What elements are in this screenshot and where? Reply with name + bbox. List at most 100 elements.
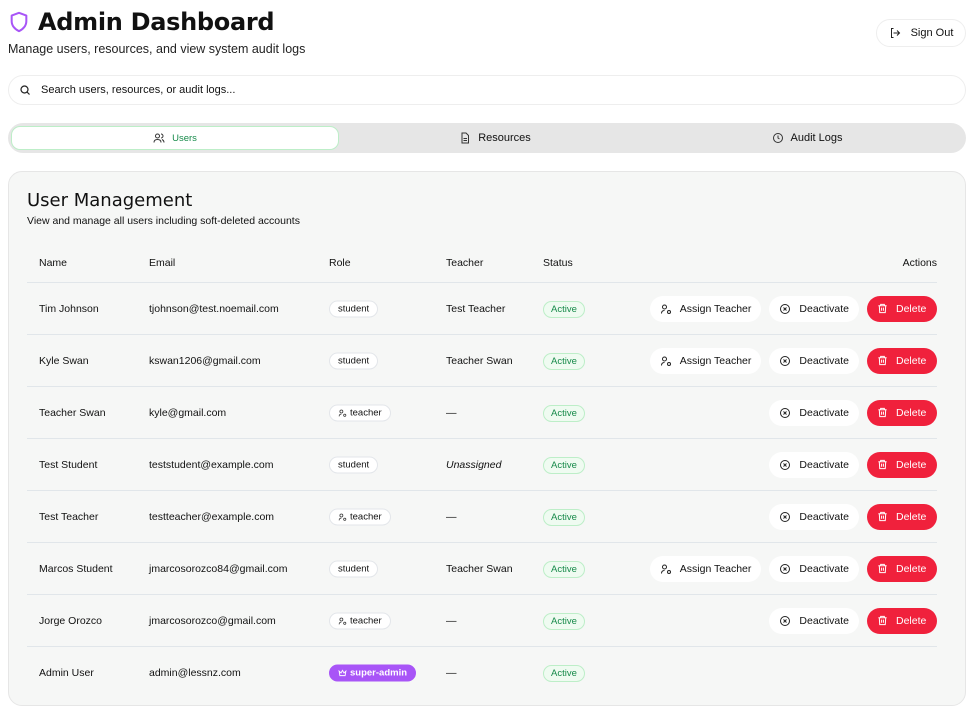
deactivate-button[interactable]: Deactivate (769, 504, 859, 530)
users-table: Name Email Role Teacher Status Actions T… (27, 243, 937, 699)
row-actions: Deactivate Delete (769, 608, 937, 634)
button-label: Delete (896, 511, 926, 523)
header: Admin Dashboard (8, 8, 274, 36)
role-badge: teacher (329, 612, 391, 629)
role-label: teacher (350, 615, 382, 626)
user-cog-icon (338, 616, 347, 625)
trash-icon (877, 355, 888, 366)
button-label: Deactivate (799, 615, 849, 627)
tab-users[interactable]: Users (11, 126, 339, 150)
user-teacher: — (446, 511, 457, 523)
role-cell: teacher (329, 404, 391, 421)
delete-button[interactable]: Delete (867, 348, 937, 374)
delete-button[interactable]: Delete (867, 504, 937, 530)
search-placeholder: Search users, resources, or audit logs..… (41, 84, 235, 96)
table-row: Kyle Swan kswan1206@gmail.com student Te… (27, 335, 937, 387)
user-name: Kyle Swan (39, 355, 89, 367)
user-email: admin@lessnz.com (149, 667, 241, 679)
user-email: kswan1206@gmail.com (149, 355, 261, 367)
user-name: Jorge Orozco (39, 615, 102, 627)
sign-out-button[interactable]: Sign Out (876, 19, 966, 47)
role-label: student (338, 459, 369, 470)
x-circle-icon (779, 563, 791, 575)
button-label: Assign Teacher (680, 355, 752, 367)
row-actions: Deactivate Delete (769, 452, 937, 478)
document-icon (459, 132, 471, 144)
row-actions: Assign Teacher Deactivate Delete (650, 296, 937, 322)
sign-out-label: Sign Out (911, 27, 954, 39)
user-cog-icon (660, 563, 672, 575)
tab-audit-logs[interactable]: Audit Logs (651, 126, 963, 150)
tab-resources[interactable]: Resources (339, 126, 651, 150)
delete-button[interactable]: Delete (867, 556, 937, 582)
user-teacher: — (446, 407, 457, 419)
button-label: Assign Teacher (680, 303, 752, 315)
role-badge: teacher (329, 404, 391, 421)
role-badge: student (329, 300, 378, 317)
column-header: Name (39, 257, 67, 269)
row-actions: Assign Teacher Deactivate Delete (650, 556, 937, 582)
delete-button[interactable]: Delete (867, 608, 937, 634)
crown-icon (338, 669, 347, 678)
x-circle-icon (779, 459, 791, 471)
assign-teacher-button[interactable]: Assign Teacher (650, 296, 762, 322)
table-row: Test Teacher testteacher@example.com tea… (27, 491, 937, 543)
status-badge: Active (543, 613, 585, 630)
tab-label: Audit Logs (791, 132, 843, 144)
user-teacher: Teacher Swan (446, 563, 513, 575)
search-input[interactable]: Search users, resources, or audit logs..… (8, 75, 966, 105)
trash-icon (877, 615, 888, 626)
role-label: teacher (350, 511, 382, 522)
table-row: Jorge Orozco jmarcosorozco@gmail.com tea… (27, 595, 937, 647)
deactivate-button[interactable]: Deactivate (769, 452, 859, 478)
assign-teacher-button[interactable]: Assign Teacher (650, 348, 762, 374)
role-badge: student (329, 456, 378, 473)
user-teacher: — (446, 615, 457, 627)
user-email: testteacher@example.com (149, 511, 274, 523)
role-label: student (338, 355, 369, 366)
user-email: jmarcosorozco@gmail.com (149, 615, 276, 627)
status-badge: Active (543, 301, 585, 318)
role-label: student (338, 563, 369, 574)
user-cog-icon (660, 355, 672, 367)
role-label: teacher (350, 407, 382, 418)
deactivate-button[interactable]: Deactivate (769, 608, 859, 634)
delete-button[interactable]: Delete (867, 452, 937, 478)
role-badge: student (329, 352, 378, 369)
column-header: Role (329, 257, 351, 269)
status-badge: Active (543, 405, 585, 422)
button-label: Deactivate (799, 511, 849, 523)
table-row: Test Student teststudent@example.com stu… (27, 439, 937, 491)
button-label: Deactivate (799, 563, 849, 575)
deactivate-button[interactable]: Deactivate (769, 348, 859, 374)
user-name: Admin User (39, 667, 94, 679)
user-teacher: Test Teacher (446, 303, 505, 315)
deactivate-button[interactable]: Deactivate (769, 296, 859, 322)
deactivate-button[interactable]: Deactivate (769, 556, 859, 582)
deactivate-button[interactable]: Deactivate (769, 400, 859, 426)
button-label: Delete (896, 615, 926, 627)
user-email: tjohnson@test.noemail.com (149, 303, 279, 315)
button-label: Deactivate (799, 407, 849, 419)
button-label: Delete (896, 355, 926, 367)
delete-button[interactable]: Delete (867, 296, 937, 322)
assign-teacher-button[interactable]: Assign Teacher (650, 556, 762, 582)
role-badge: student (329, 560, 378, 577)
user-email: teststudent@example.com (149, 459, 273, 471)
row-actions: Deactivate Delete (769, 400, 937, 426)
user-teacher: Teacher Swan (446, 355, 513, 367)
user-name: Tim Johnson (39, 303, 99, 315)
user-email: kyle@gmail.com (149, 407, 226, 419)
column-header: Teacher (446, 257, 483, 269)
table-row: Teacher Swan kyle@gmail.com teacher — Ac… (27, 387, 937, 439)
x-circle-icon (779, 303, 791, 315)
table-row: Tim Johnson tjohnson@test.noemail.com st… (27, 283, 937, 335)
clock-icon (772, 132, 784, 144)
status-badge: Active (543, 353, 585, 370)
user-email: jmarcosorozco84@gmail.com (149, 563, 287, 575)
trash-icon (877, 407, 888, 418)
role-label: student (338, 303, 369, 314)
role-cell: student (329, 352, 378, 369)
delete-button[interactable]: Delete (867, 400, 937, 426)
page-subtitle: Manage users, resources, and view system… (8, 42, 305, 56)
